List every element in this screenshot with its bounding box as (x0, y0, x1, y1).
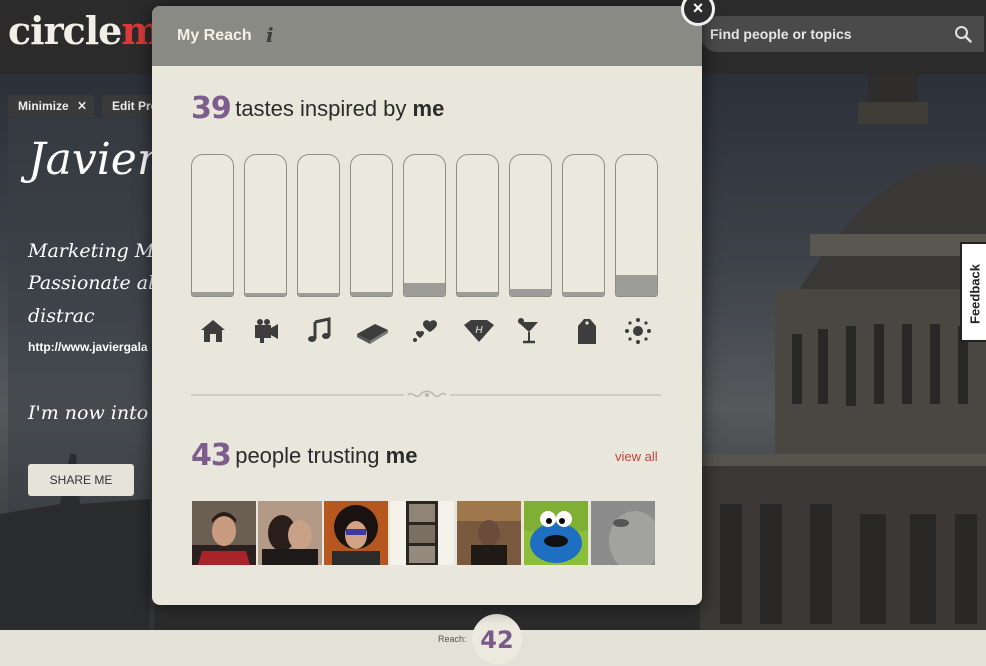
avatar[interactable] (390, 501, 454, 565)
logo-text: circle (8, 8, 122, 53)
taste-bar-fill (457, 292, 498, 296)
profile-status: I'm now into (28, 402, 149, 424)
search-box (700, 16, 984, 52)
profile-website-link[interactable]: http://www.javiergala (28, 340, 148, 354)
taste-bar-fill (563, 292, 604, 296)
taste-bar-shopping-bag[interactable] (562, 154, 605, 297)
avatar[interactable] (324, 501, 388, 565)
taste-bar-hearts[interactable] (403, 154, 446, 297)
hearts-icon[interactable] (410, 316, 440, 346)
reach-count-button[interactable]: 42 (472, 614, 522, 664)
profile-bio-line: Passionate al (28, 272, 155, 294)
tastes-heading: 39 tastes inspired by me (191, 91, 444, 126)
taste-bar-fill (245, 293, 286, 296)
taste-bar-video-camera[interactable] (244, 154, 287, 297)
my-reach-dialog: My Reach i 39 tastes inspired by me H 43… (152, 6, 702, 605)
tastes-label: tastes inspired by (235, 96, 407, 121)
diamond-icon[interactable]: H (462, 316, 496, 346)
dialog-title: My Reach (177, 27, 252, 44)
taste-bar-fill (351, 292, 392, 296)
search-input[interactable] (710, 24, 940, 44)
avatar[interactable] (457, 501, 521, 565)
book-icon[interactable] (355, 316, 389, 346)
view-all-link[interactable]: view all (615, 449, 658, 464)
logo[interactable]: circlem (8, 8, 162, 53)
minimize-button[interactable]: Minimize ⨯ (8, 95, 94, 117)
shopping-bag-icon[interactable] (572, 316, 602, 346)
taste-bar-fill (404, 283, 445, 296)
dialog-header: My Reach i (152, 6, 702, 66)
music-note-icon[interactable] (304, 316, 334, 346)
taste-bar-diamond[interactable] (456, 154, 499, 297)
reach-label: Reach: (438, 634, 467, 644)
profile-bio-line: distrac (28, 305, 95, 327)
people-emphasis: me (385, 443, 418, 468)
video-camera-icon[interactable] (251, 316, 281, 346)
feedback-label: Feedback (967, 264, 983, 324)
search-icon[interactable] (954, 25, 972, 43)
people-heading: 43 people trusting me (191, 438, 417, 473)
taste-bar-music-note[interactable] (297, 154, 340, 297)
tastes-count: 39 (191, 91, 232, 126)
people-label: people trusting (235, 443, 380, 468)
avatar[interactable] (524, 501, 588, 565)
avatar[interactable] (192, 501, 256, 565)
share-me-button[interactable]: SHARE ME (28, 464, 134, 496)
taste-bar-sparkle[interactable] (615, 154, 658, 297)
cocktail-icon[interactable] (514, 316, 544, 346)
avatar[interactable] (591, 501, 655, 565)
people-count: 43 (191, 438, 232, 473)
close-icon: × (692, 0, 704, 18)
taste-bar-book[interactable] (350, 154, 393, 297)
info-icon[interactable]: i (266, 23, 274, 47)
divider-ornament (404, 388, 450, 402)
svg-text:H: H (475, 325, 483, 336)
taste-bar-home[interactable] (191, 154, 234, 297)
taste-bar-cocktail[interactable] (509, 154, 552, 297)
taste-bar-fill (510, 289, 551, 296)
avatar[interactable] (258, 501, 322, 565)
taste-bar-fill (616, 275, 657, 296)
home-icon[interactable] (198, 316, 228, 346)
collapse-icon: ⨯ (76, 98, 87, 112)
feedback-tab[interactable]: Feedback (960, 242, 986, 342)
minimize-label: Minimize (18, 99, 69, 113)
taste-bar-fill (298, 293, 339, 296)
sparkle-icon[interactable] (623, 316, 653, 346)
profile-name: Javier (28, 134, 158, 185)
taste-bar-fill (192, 292, 233, 296)
tastes-emphasis: me (412, 96, 445, 121)
